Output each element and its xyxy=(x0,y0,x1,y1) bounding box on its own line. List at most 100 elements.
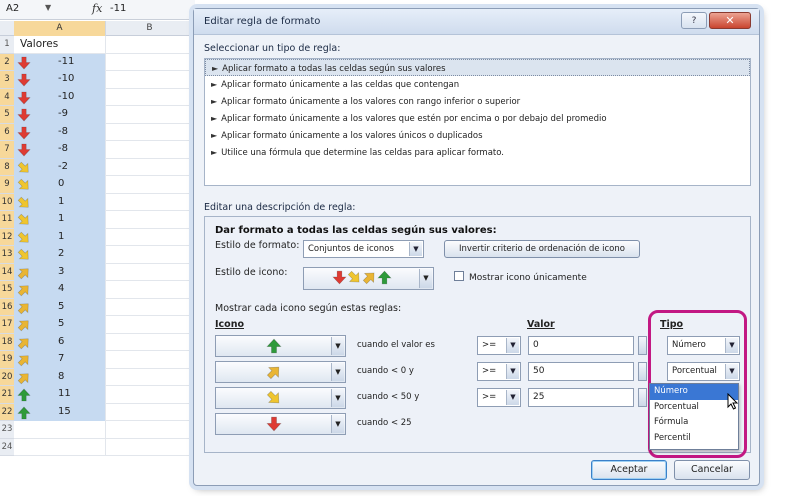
format-style-select[interactable]: Conjuntos de iconos ▼ xyxy=(303,240,424,258)
rule-icon-select[interactable]: ▼ xyxy=(215,335,346,357)
cell[interactable] xyxy=(14,421,106,439)
name-box[interactable]: A2 xyxy=(6,3,38,17)
cell[interactable]: -11 xyxy=(14,53,106,71)
row-header[interactable]: 19 xyxy=(0,351,14,369)
type-option[interactable]: Porcentual xyxy=(650,400,738,416)
type-option[interactable]: Percentil xyxy=(650,431,738,447)
row-header[interactable]: 21 xyxy=(0,386,14,404)
cell[interactable]: -10 xyxy=(14,88,106,106)
rule-operator-select[interactable]: >= ▼ xyxy=(477,388,521,407)
cell[interactable]: Valores xyxy=(14,36,106,54)
cell[interactable]: 5 xyxy=(14,298,106,316)
cell[interactable]: 5 xyxy=(14,316,106,334)
rule-operator-select[interactable]: >= ▼ xyxy=(477,336,521,355)
column-header-a[interactable]: A xyxy=(14,21,106,36)
cell[interactable]: 1 xyxy=(14,211,106,229)
cell[interactable]: -8 xyxy=(14,123,106,141)
row-header[interactable]: 3 xyxy=(0,71,14,89)
row-header[interactable]: 17 xyxy=(0,316,14,334)
rule-icon-select[interactable]: ▼ xyxy=(215,361,346,383)
row-header[interactable]: 18 xyxy=(0,333,14,351)
cell[interactable]: -10 xyxy=(14,71,106,89)
rule-icon-select[interactable]: ▼ xyxy=(215,387,346,409)
show-icon-only-checkbox[interactable]: Mostrar icono únicamente xyxy=(454,271,587,283)
row-header[interactable]: 20 xyxy=(0,368,14,386)
name-box-dropdown-icon[interactable]: ▼ xyxy=(45,3,51,12)
cell[interactable]: 15 xyxy=(14,403,106,421)
chevron-down-icon[interactable]: ▼ xyxy=(506,338,519,353)
row-header[interactable]: 10 xyxy=(0,193,14,211)
row-header[interactable]: 24 xyxy=(0,438,14,456)
triangle-right-icon: ► xyxy=(211,80,218,89)
fx-icon[interactable]: fx xyxy=(92,2,102,15)
row-header[interactable]: 6 xyxy=(0,123,14,141)
row-header[interactable]: 8 xyxy=(0,158,14,176)
cell[interactable]: 11 xyxy=(14,386,106,404)
chevron-down-icon[interactable]: ▼ xyxy=(331,337,344,355)
row-header[interactable]: 7 xyxy=(0,141,14,159)
cell[interactable]: -9 xyxy=(14,106,106,124)
range-select-button[interactable] xyxy=(638,362,647,381)
rule-value-input[interactable]: 0 xyxy=(528,336,634,355)
chevron-down-icon[interactable]: ▼ xyxy=(331,389,344,407)
rule-type-item[interactable]: ► Aplicar formato únicamente a los valore… xyxy=(205,110,750,127)
cell[interactable]: -2 xyxy=(14,158,106,176)
row-header[interactable]: 9 xyxy=(0,176,14,194)
cell[interactable]: 1 xyxy=(14,193,106,211)
rule-icon-select[interactable]: ▼ xyxy=(215,413,346,435)
help-button[interactable]: ? xyxy=(681,12,707,29)
chevron-down-icon[interactable]: ▼ xyxy=(506,390,519,405)
chevron-down-icon[interactable]: ▼ xyxy=(419,269,432,288)
icon-style-select[interactable]: ▼ xyxy=(303,267,434,290)
checkbox-icon[interactable] xyxy=(454,271,464,281)
rule-operator-select[interactable]: >= ▼ xyxy=(477,362,521,381)
range-select-button[interactable] xyxy=(638,336,647,355)
dialog-titlebar[interactable]: Editar regla de formato ? ✕ xyxy=(194,9,759,35)
cell[interactable]: -8 xyxy=(14,141,106,159)
cell[interactable] xyxy=(14,438,106,456)
rule-type-item[interactable]: ► Aplicar formato únicamente a los valore… xyxy=(205,127,750,144)
chevron-down-icon[interactable]: ▼ xyxy=(506,364,519,379)
row-header[interactable]: 13 xyxy=(0,246,14,264)
rule-type-item[interactable]: ► Aplicar formato únicamente a los valore… xyxy=(205,93,750,110)
rule-type-item[interactable]: ► Aplicar formato a todas las celdas segú… xyxy=(205,59,750,76)
cell-value: 4 xyxy=(58,283,65,294)
rule-type-list[interactable]: ► Aplicar formato a todas las celdas segú… xyxy=(204,58,751,186)
column-header-b[interactable]: B xyxy=(106,21,194,36)
cancel-button[interactable]: Cancelar xyxy=(674,460,750,480)
rule-value-input[interactable]: 25 xyxy=(528,388,634,407)
row-header[interactable]: 22 xyxy=(0,403,14,421)
formula-input[interactable]: -11 xyxy=(110,3,126,14)
cell[interactable]: 1 xyxy=(14,228,106,246)
row-header[interactable]: 15 xyxy=(0,281,14,299)
cell[interactable]: 8 xyxy=(14,368,106,386)
cell[interactable]: 2 xyxy=(14,246,106,264)
row-header[interactable]: 16 xyxy=(0,298,14,316)
reverse-icon-order-button[interactable]: Invertir criterio de ordenación de icono xyxy=(444,240,640,258)
row-header[interactable]: 5 xyxy=(0,106,14,124)
cell[interactable]: 7 xyxy=(14,351,106,369)
cell[interactable]: 6 xyxy=(14,333,106,351)
row-header[interactable]: 11 xyxy=(0,211,14,229)
type-option[interactable]: Fórmula xyxy=(650,415,738,431)
chevron-down-icon[interactable]: ▼ xyxy=(409,242,422,256)
close-button[interactable]: ✕ xyxy=(709,12,751,29)
accept-button[interactable]: Aceptar xyxy=(591,460,667,480)
cell[interactable]: 4 xyxy=(14,281,106,299)
chevron-down-icon[interactable]: ▼ xyxy=(331,415,344,433)
row-header[interactable]: 4 xyxy=(0,88,14,106)
range-select-button[interactable] xyxy=(638,388,647,407)
cell[interactable]: 0 xyxy=(14,176,106,194)
type-dropdown-list[interactable]: Número Porcentual Fórmula Percentil xyxy=(649,383,739,450)
rule-value-input[interactable]: 50 xyxy=(528,362,634,381)
chevron-down-icon[interactable]: ▼ xyxy=(331,363,344,381)
type-option[interactable]: Número xyxy=(650,384,738,400)
row-header[interactable]: 14 xyxy=(0,263,14,281)
row-header[interactable]: 23 xyxy=(0,421,14,439)
row-header[interactable]: 12 xyxy=(0,228,14,246)
rule-type-item[interactable]: ► Utilice una fórmula que determine las c… xyxy=(205,144,750,161)
row-header[interactable]: 2 xyxy=(0,53,14,71)
row-header[interactable]: 1 xyxy=(0,36,14,54)
rule-type-item[interactable]: ► Aplicar formato únicamente a las celdas… xyxy=(205,76,750,93)
cell[interactable]: 3 xyxy=(14,263,106,281)
